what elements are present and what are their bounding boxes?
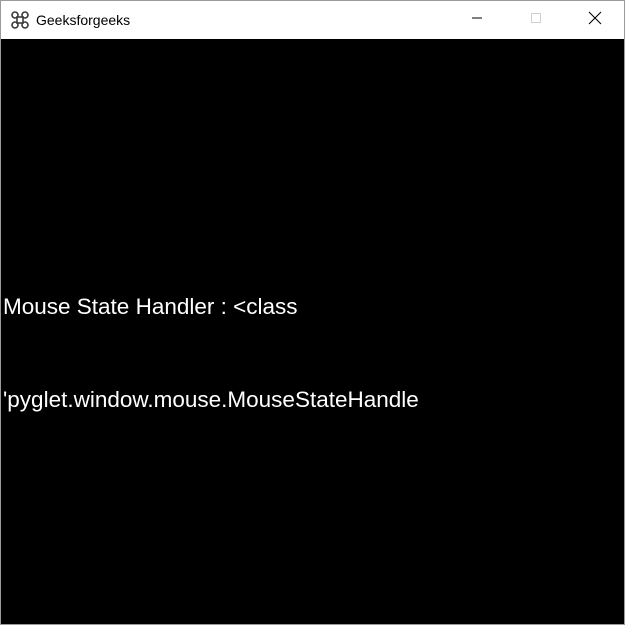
label-line-1: Mouse State Handler : <class <box>3 294 298 319</box>
close-icon <box>588 11 602 30</box>
maximize-button[interactable] <box>506 1 565 39</box>
title-bar[interactable]: Geeksforgeeks <box>1 1 624 39</box>
close-button[interactable] <box>565 1 624 39</box>
app-window: Geeksforgeeks Mouse State Handler: <cla… <box>0 0 625 625</box>
app-icon <box>9 9 31 31</box>
minimize-button[interactable] <box>447 1 506 39</box>
canvas-area[interactable]: Mouse State Handler : <class 'pyglet.win… <box>1 39 624 624</box>
window-title: Geeksforgeeks <box>36 12 131 28</box>
label-line-2: 'pyglet.window.mouse.MouseStateHandle <box>3 387 419 412</box>
window-controls <box>447 1 624 39</box>
maximize-icon <box>530 11 542 29</box>
mouse-state-label: Mouse State Handler : <class 'pyglet.win… <box>3 229 501 477</box>
minimize-icon <box>471 11 483 29</box>
